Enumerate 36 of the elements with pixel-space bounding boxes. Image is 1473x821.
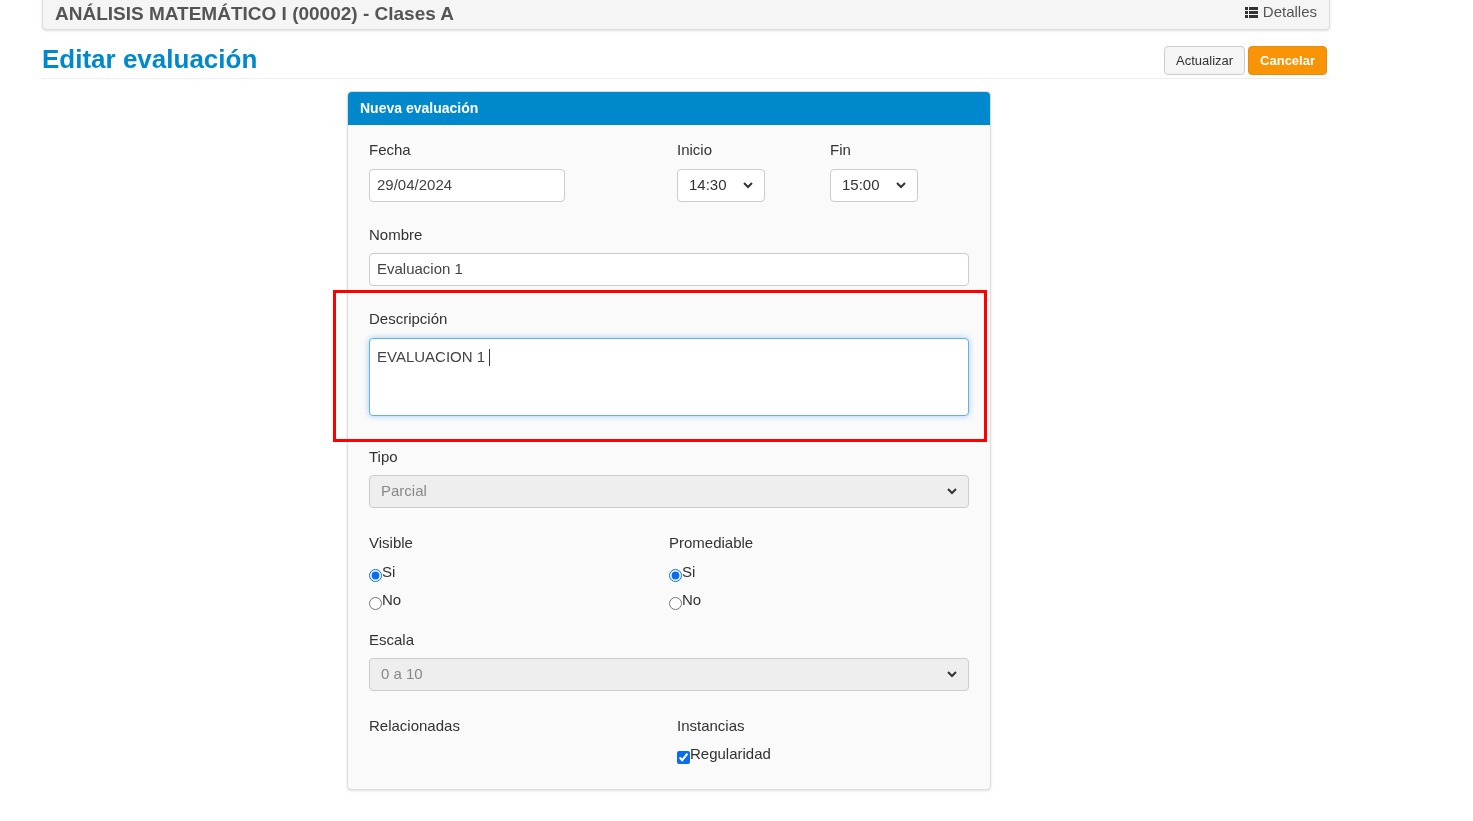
select-field[interactable]: 14:30 — [677, 168, 765, 202]
page-title: Editar evaluación — [42, 43, 258, 75]
field-label: Promediable — [669, 533, 755, 553]
field-label: Visible — [369, 533, 414, 553]
chevron-down-icon — [896, 181, 906, 189]
field-label: Nombre — [369, 224, 424, 245]
field-label: Escala — [369, 629, 416, 650]
description-textarea[interactable]: EVALUACION 1 — [369, 337, 969, 416]
radio-label: Si — [382, 562, 396, 583]
name-field[interactable]: Evaluacion 1 — [369, 253, 969, 286]
details-link[interactable]: Detalles — [1244, 0, 1317, 24]
field-label: Relacionadas — [369, 716, 461, 736]
field-label: Tipo — [369, 446, 399, 467]
course-title: ANÁLISIS MATEMÁTICO I (00002) - Clases A — [55, 2, 455, 27]
field-label: Instancias — [677, 716, 746, 736]
radio-label: No — [682, 590, 702, 611]
chevron-down-icon — [947, 488, 957, 495]
radio-button[interactable] — [669, 568, 682, 582]
chevron-down-icon — [947, 671, 957, 678]
radio-button[interactable] — [369, 568, 382, 582]
list-icon — [1244, 6, 1258, 18]
field-label: Fin — [830, 140, 852, 160]
panel-title: Nueva evaluación — [360, 99, 479, 118]
radio-label: Si — [682, 562, 696, 583]
radio-button[interactable] — [669, 596, 682, 610]
chevron-down-icon — [743, 181, 753, 189]
field-label: Descripción — [369, 309, 449, 329]
select-field[interactable]: 15:00 — [830, 168, 918, 202]
date-field[interactable]: 29/04/2024 — [369, 168, 565, 202]
update-button[interactable]: Actualizar — [1164, 46, 1246, 75]
radio-label: No — [382, 590, 402, 611]
field-label: Inicio — [677, 140, 714, 160]
checkbox-label: Regularidad — [690, 744, 771, 765]
radio-button[interactable] — [369, 596, 382, 610]
field-label: Fecha — [369, 140, 412, 160]
checkbox[interactable] — [677, 750, 690, 764]
